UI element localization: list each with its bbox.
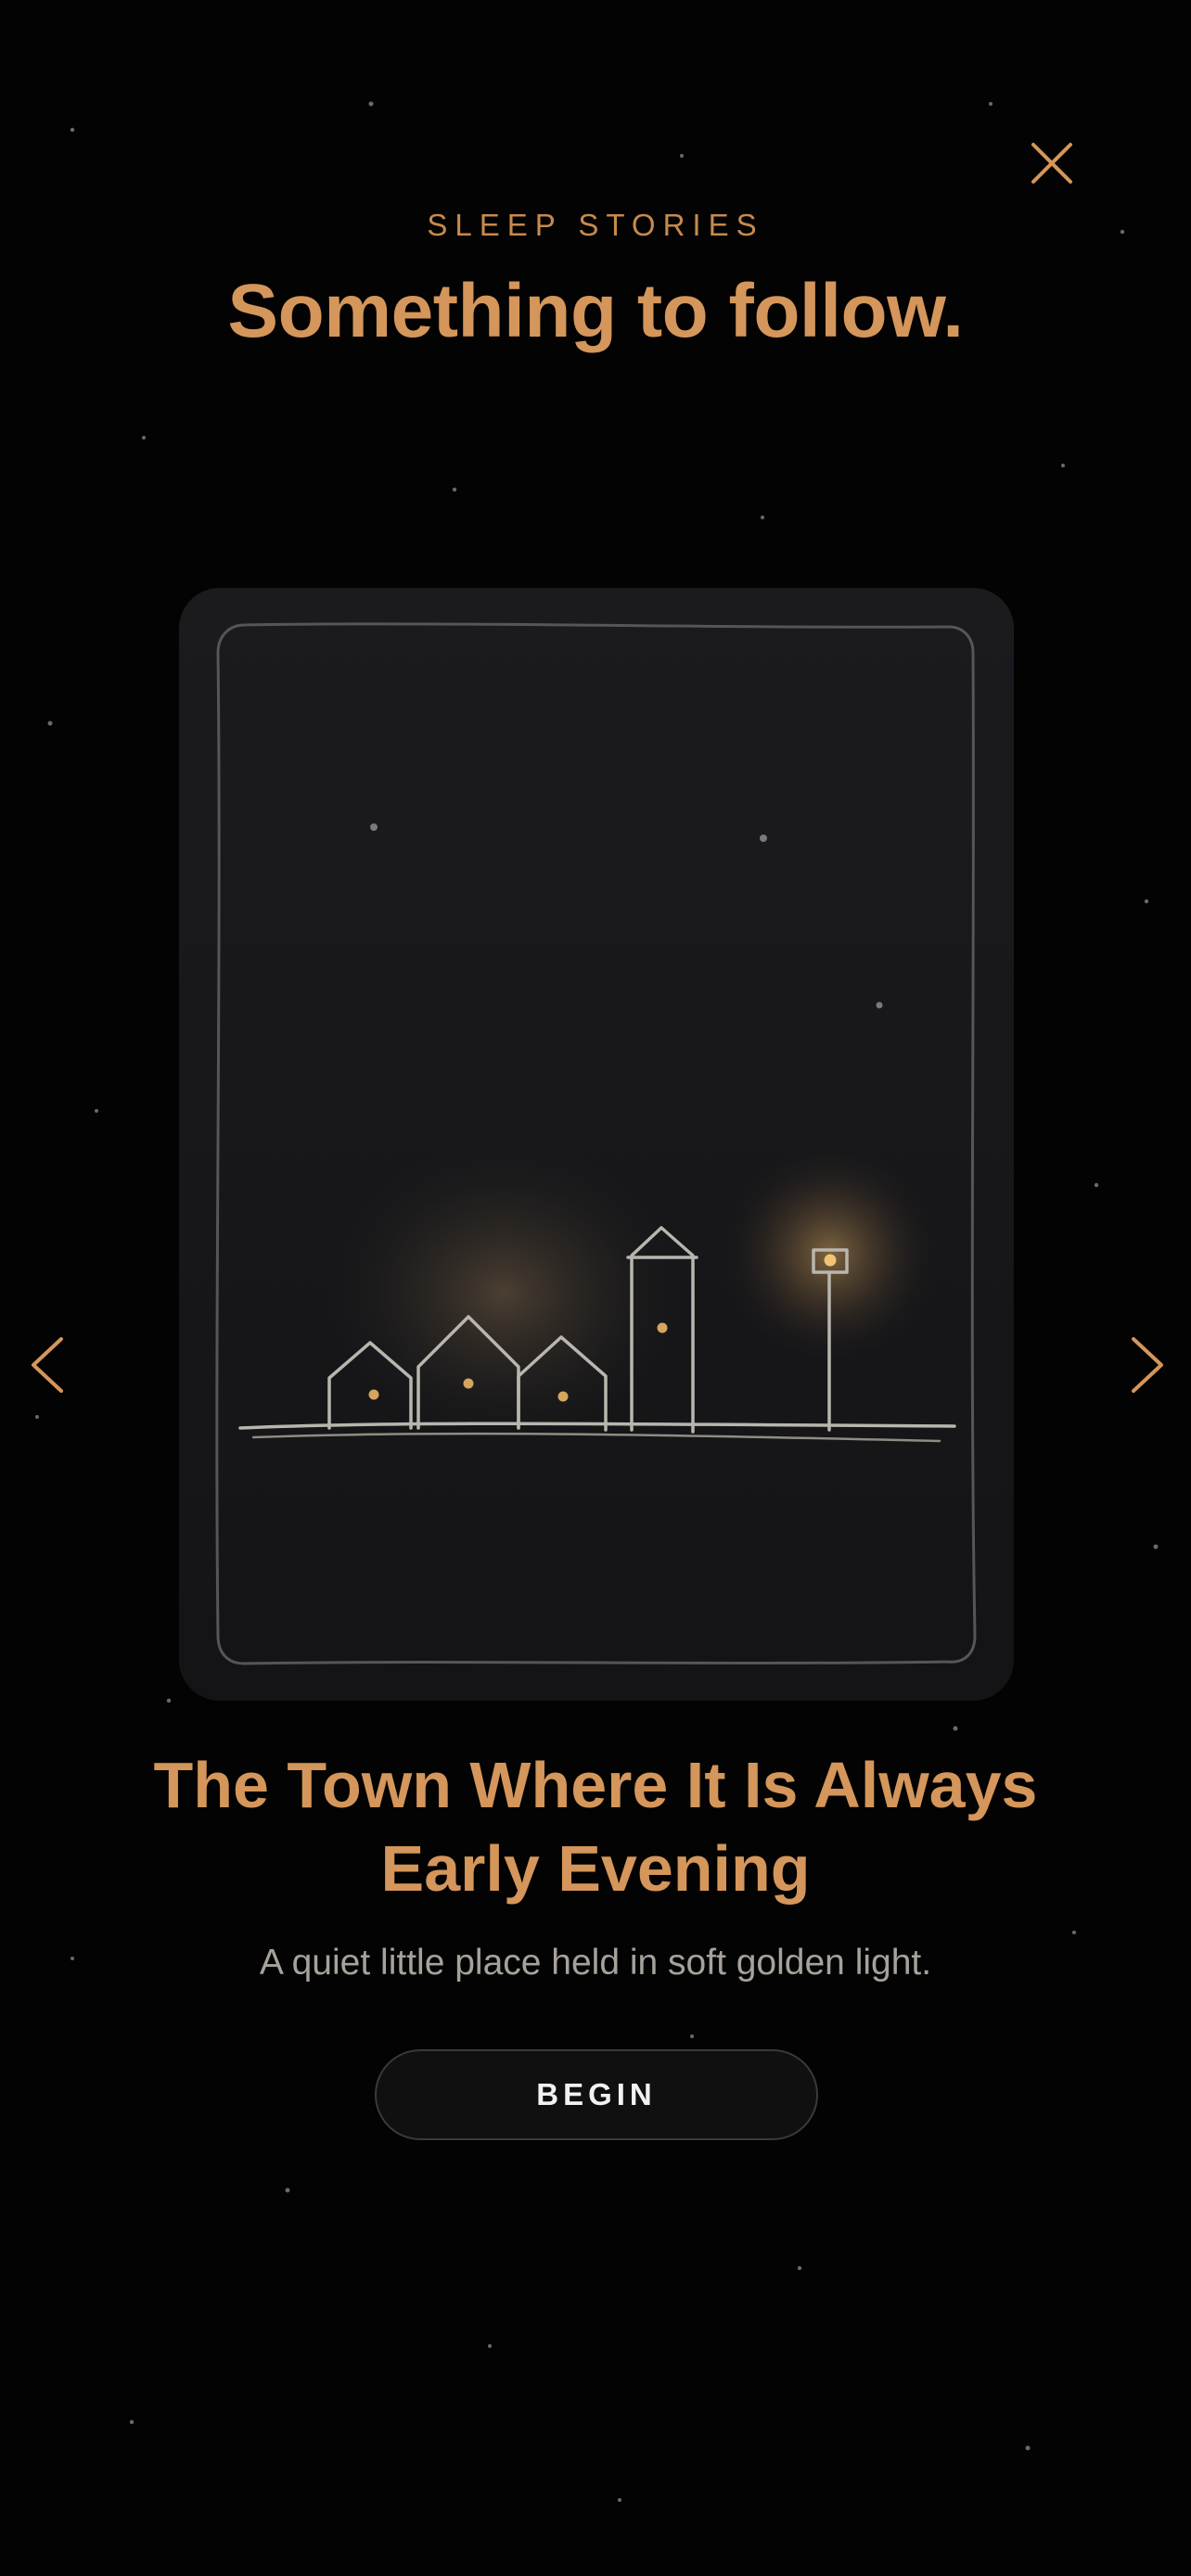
close-button[interactable] [1020, 132, 1083, 195]
story-description: A quiet little place held in soft golden… [259, 1943, 932, 1983]
previous-story-button[interactable] [20, 1332, 76, 1398]
town-at-dusk-illustration [179, 588, 1014, 1701]
section-eyebrow: SLEEP STORIES [427, 208, 764, 242]
close-icon [1031, 143, 1072, 184]
chevron-right-icon [1132, 1337, 1163, 1393]
page-headline: Something to follow. [227, 269, 964, 353]
chevron-left-icon [32, 1337, 63, 1393]
next-story-button[interactable] [1119, 1332, 1174, 1398]
story-card[interactable] [179, 588, 1014, 1701]
story-title: The Town Where It Is Always Early Evenin… [153, 1749, 1038, 1905]
begin-button[interactable]: BEGIN [375, 2049, 818, 2140]
